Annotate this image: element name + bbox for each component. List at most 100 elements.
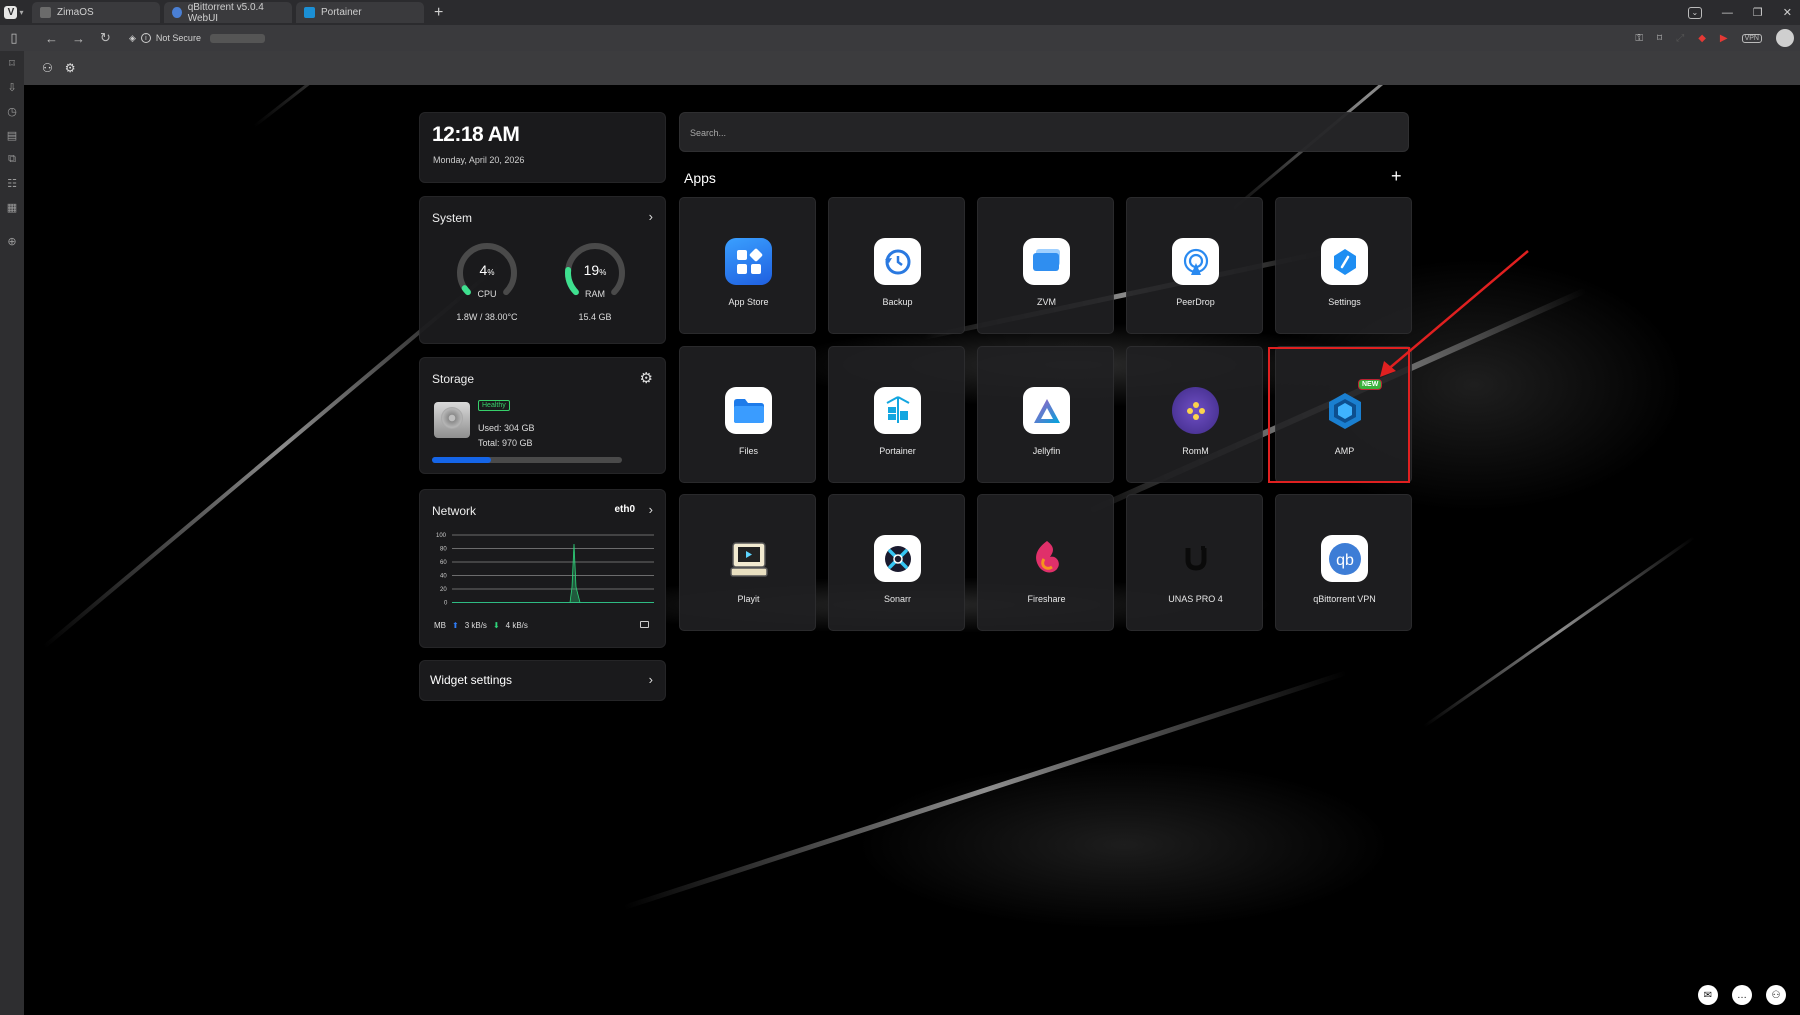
ram-value: 19% <box>583 262 607 278</box>
files-icon <box>725 387 772 434</box>
profile-avatar[interactable] <box>1776 29 1794 47</box>
vpn-icon[interactable]: VPN <box>1741 33 1762 43</box>
chevron-right-icon[interactable]: › <box>649 209 653 224</box>
widget-settings-button[interactable]: Widget settings › <box>419 660 666 701</box>
chevron-right-icon[interactable]: › <box>649 502 653 517</box>
downloads-panel-icon[interactable]: ⇩ <box>5 81 19 94</box>
storage-usage-bar <box>432 457 622 463</box>
zvm-icon <box>1023 238 1070 285</box>
forward-icon[interactable]: → <box>65 31 92 46</box>
people-icon[interactable]: ⚇ <box>1766 985 1786 1005</box>
url-field[interactable]: ◈ i Not Secure <box>129 33 265 44</box>
tab-list-icon[interactable]: ⌄ <box>1687 6 1702 19</box>
app-tile-fireshare[interactable]: Fireshare <box>977 494 1114 631</box>
network-title: Network <box>432 504 477 518</box>
minimize-icon[interactable]: — <box>1722 7 1733 19</box>
bottom-actions: ✉ … ⚇ <box>1698 985 1786 1005</box>
storage-title: Storage <box>432 372 475 386</box>
reload-icon[interactable]: ↻ <box>92 30 119 46</box>
zimaos-top-bar: ⚇ ⚙ <box>24 51 1800 85</box>
app-label: qBittorrent VPN <box>1313 594 1376 604</box>
gear-icon[interactable]: ⚙ <box>640 369 653 387</box>
app-label: Playit <box>737 594 760 604</box>
network-widget[interactable]: Network eth0 › 100 80 60 40 20 0 MB ⬆ 3 … <box>419 489 666 648</box>
y-tick-40: 40 <box>440 574 447 580</box>
close-icon[interactable]: ✕ <box>1783 6 1792 19</box>
tab-zimaos[interactable]: ZimaOS <box>32 2 160 23</box>
translate-panel-icon[interactable]: ▦ <box>5 201 19 214</box>
key-icon[interactable]: ⚿ <box>1635 33 1643 44</box>
app-tile-jellyfin[interactable]: Jellyfin <box>977 346 1114 483</box>
system-widget[interactable]: System › 4% CPU 1.8W / 38.00°C 19% RAM 1… <box>419 196 666 344</box>
apps-heading: Apps <box>684 170 716 186</box>
browser-menu-button[interactable]: V ▾ <box>0 0 28 25</box>
playit-icon <box>725 535 772 582</box>
new-tab-button[interactable]: + <box>434 4 443 22</box>
restore-icon[interactable]: ❐ <box>1753 6 1763 19</box>
mail-icon[interactable]: ✉ <box>1698 985 1718 1005</box>
history-panel-icon[interactable]: ◷ <box>5 105 19 118</box>
add-panel-icon[interactable]: ⊕ <box>5 235 19 248</box>
bookmarks-panel-icon[interactable]: ⌑ <box>5 57 19 70</box>
tab-label: Portainer <box>321 7 362 18</box>
extension-icon[interactable]: ⤢ <box>1676 33 1684 44</box>
clock-widget: 12:18 AM Monday, April 20, 2026 <box>419 112 666 183</box>
network-interface[interactable]: eth0 <box>614 504 635 515</box>
y-tick-80: 80 <box>440 547 447 553</box>
app-tile-playit[interactable]: Playit <box>679 494 816 631</box>
ram-gauge: 19% RAM <box>564 242 626 304</box>
tab-portainer[interactable]: Portainer <box>296 2 424 23</box>
backup-icon <box>874 238 921 285</box>
jellyfin-icon <box>1023 387 1070 434</box>
app-tile-qbittorrent-vpn[interactable]: qb qBittorrent VPN <box>1275 494 1412 631</box>
reading-list-icon[interactable]: ☷ <box>5 177 19 190</box>
window-panel-icon[interactable]: ⧉ <box>5 153 19 166</box>
address-bar-actions: ⚿ ⌑ ⤢ ◆ ▶ VPN <box>1635 25 1794 51</box>
app-tile-unas-pro-4[interactable]: UNAS PRO 4 <box>1126 494 1263 631</box>
widget-settings-label: Widget settings <box>430 673 513 687</box>
app-tile-romm[interactable]: RomM <box>1126 346 1263 483</box>
app-tile-zvm[interactable]: ZVM <box>977 197 1114 334</box>
hard-disk-icon <box>434 402 470 438</box>
app-tile-sonarr[interactable]: Sonarr <box>828 494 965 631</box>
app-tile-files[interactable]: Files <box>679 346 816 483</box>
settings-icon <box>1321 238 1368 285</box>
zimaos-favicon-icon <box>40 7 51 18</box>
storage-usage-fill <box>432 457 492 463</box>
account-icon[interactable]: ⚇ <box>42 61 53 75</box>
panel-toggle-icon[interactable]: ▯ <box>0 30 28 46</box>
app-label: Sonarr <box>883 594 911 604</box>
clock-date: Monday, April 20, 2026 <box>433 155 525 165</box>
upload-arrow-icon: ⬆ <box>452 621 459 630</box>
y-tick-20: 20 <box>440 587 447 593</box>
youtube-icon[interactable]: ▶ <box>1720 33 1728 44</box>
ram-label: RAM <box>585 289 605 299</box>
app-label: App Store <box>728 297 769 307</box>
clock-time: 12:18 AM <box>432 123 520 146</box>
info-icon[interactable]: i <box>140 33 151 43</box>
add-app-button[interactable]: + <box>1391 166 1402 187</box>
tab-qbittorrent[interactable]: qBittorrent v5.0.4 WebUI <box>164 1 292 24</box>
storage-status-badge: Healthy <box>478 400 510 411</box>
expand-chart-icon[interactable] <box>640 621 649 628</box>
extension-red-icon[interactable]: ◆ <box>1698 33 1706 44</box>
settings-gear-icon[interactable]: ⚙ <box>65 61 76 75</box>
app-tile-app-store[interactable]: App Store <box>679 197 816 334</box>
bookmark-icon[interactable]: ⌑ <box>1657 33 1662 44</box>
vivaldi-logo-icon: V <box>4 6 18 19</box>
chevron-down-icon: ▾ <box>19 8 24 17</box>
qbittorrent-icon: qb <box>1321 535 1368 582</box>
back-icon[interactable]: ← <box>38 31 65 46</box>
notes-panel-icon[interactable]: ▤ <box>5 129 19 142</box>
address-bar: ▯ ← → ↻ ◈ i Not Secure ⚿ ⌑ ⤢ ◆ ▶ VPN <box>0 25 1800 51</box>
upload-rate: 3 kB/s <box>464 621 487 630</box>
portainer-favicon-icon <box>304 7 315 18</box>
app-tile-backup[interactable]: Backup <box>828 197 965 334</box>
app-label: UNAS PRO 4 <box>1168 594 1223 604</box>
search-input[interactable] <box>690 125 1390 141</box>
tab-label: qBittorrent v5.0.4 WebUI <box>187 1 264 24</box>
storage-widget[interactable]: Storage ⚙ Healthy Used: 304 GB Total: 97… <box>419 357 666 474</box>
app-tile-portainer[interactable]: Portainer <box>828 346 965 483</box>
chat-icon[interactable]: … <box>1732 985 1752 1005</box>
app-tile-peerdrop[interactable]: PeerDrop <box>1126 197 1263 334</box>
